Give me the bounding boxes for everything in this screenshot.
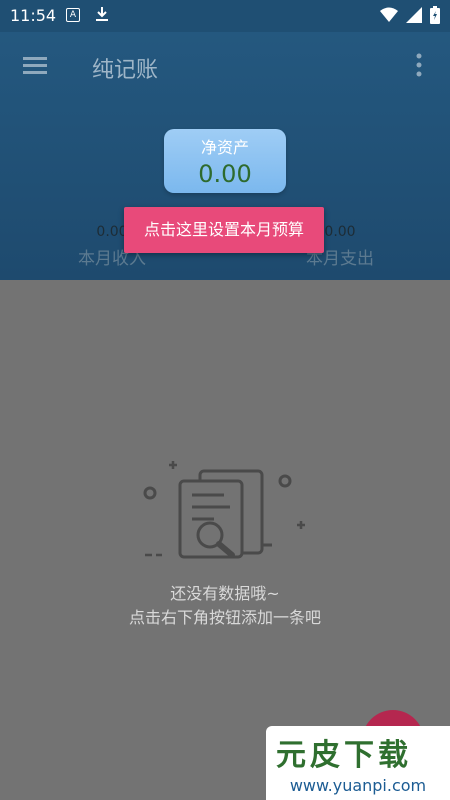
empty-document-search-icon — [143, 461, 305, 559]
wifi-icon — [380, 7, 398, 22]
set-budget-button[interactable]: 点击这里设置本月预算 — [124, 207, 324, 253]
more-options-icon[interactable] — [414, 50, 424, 80]
watermark-url: www.yuanpi.com — [289, 776, 427, 795]
net-assets-card: 净资产 0.00 — [164, 129, 286, 193]
watermark-brand: 元皮下载 — [276, 738, 412, 773]
empty-state-title: 还没有数据哦~ — [170, 584, 280, 603]
header: 纯记账 净资产 0.00 0.00 本月收入 0.00 本月支出 点击这里设置本… — [0, 32, 450, 280]
keyboard-icon: A — [66, 8, 80, 22]
watermark: 元皮下载 www.yuanpi.com — [266, 726, 450, 800]
empty-state-hint: 点击右下角按钮添加一条吧 — [128, 608, 321, 627]
net-assets-label: 净资产 — [200, 138, 249, 157]
battery-icon — [430, 6, 440, 24]
toolbar: 纯记账 — [0, 32, 450, 100]
app-title: 纯记账 — [92, 58, 159, 83]
signal-icon — [406, 7, 422, 23]
download-icon — [96, 7, 108, 21]
status-icons — [380, 6, 440, 24]
status-bar: 11:54 A — [0, 0, 450, 32]
menu-icon[interactable] — [20, 50, 50, 80]
net-assets-value: 0.00 — [198, 160, 252, 188]
status-time: 11:54 — [10, 6, 57, 25]
